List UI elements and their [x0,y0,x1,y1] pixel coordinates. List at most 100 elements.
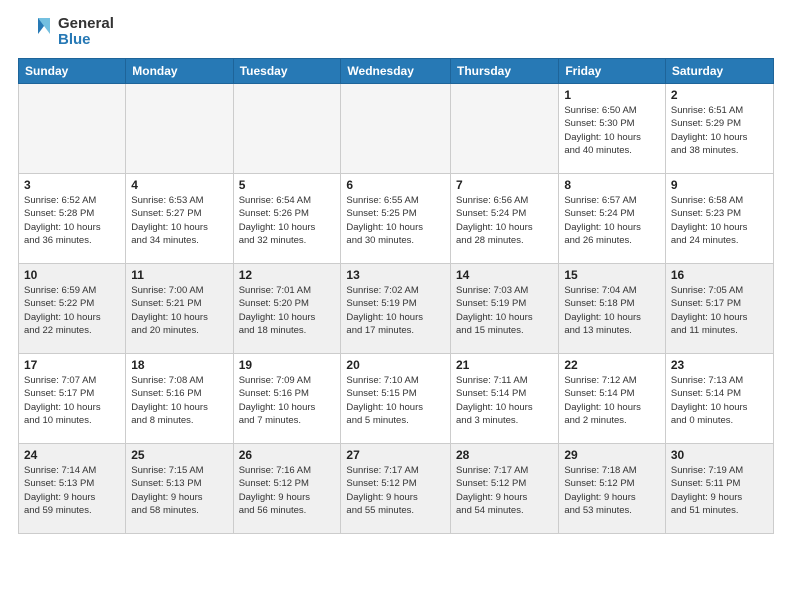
calendar-cell: 12 Sunrise: 7:01 AM Sunset: 5:20 PM Dayli… [233,264,341,354]
weekday-header-friday: Friday [559,59,666,84]
day-info: Sunrise: 6:53 AM Sunset: 5:27 PM Dayligh… [131,194,227,247]
day-info: Sunrise: 7:07 AM Sunset: 5:17 PM Dayligh… [24,374,120,427]
calendar-cell: 27 Sunrise: 7:17 AM Sunset: 5:12 PM Dayli… [341,444,451,534]
calendar-wrapper: SundayMondayTuesdayWednesdayThursdayFrid… [0,58,792,544]
day-number: 9 [671,178,768,192]
day-number: 6 [346,178,445,192]
day-number: 10 [24,268,120,282]
day-number: 17 [24,358,120,372]
day-number: 7 [456,178,553,192]
day-number: 15 [564,268,660,282]
calendar-cell: 8 Sunrise: 6:57 AM Sunset: 5:24 PM Daylig… [559,174,666,264]
day-number: 26 [239,448,336,462]
day-info: Sunrise: 7:16 AM Sunset: 5:12 PM Dayligh… [239,464,336,517]
day-info: Sunrise: 7:08 AM Sunset: 5:16 PM Dayligh… [131,374,227,427]
weekday-header-wednesday: Wednesday [341,59,451,84]
day-number: 1 [564,88,660,102]
day-number: 4 [131,178,227,192]
calendar-cell [341,84,451,174]
calendar-cell: 2 Sunrise: 6:51 AM Sunset: 5:29 PM Daylig… [665,84,773,174]
day-info: Sunrise: 7:01 AM Sunset: 5:20 PM Dayligh… [239,284,336,337]
logo-text-general: General [58,16,114,33]
week-row-4: 24 Sunrise: 7:14 AM Sunset: 5:13 PM Dayli… [19,444,774,534]
calendar-cell: 28Sunrise: 7:17 AM Sunset: 5:12 PM Dayli… [451,444,559,534]
day-info: Sunrise: 7:15 AM Sunset: 5:13 PM Dayligh… [131,464,227,517]
day-info: Sunrise: 6:55 AM Sunset: 5:25 PM Dayligh… [346,194,445,247]
day-number: 30 [671,448,768,462]
day-info: Sunrise: 6:57 AM Sunset: 5:24 PM Dayligh… [564,194,660,247]
calendar-cell: 1 Sunrise: 6:50 AM Sunset: 5:30 PM Daylig… [559,84,666,174]
calendar-cell: 9Sunrise: 6:58 AM Sunset: 5:23 PM Daylig… [665,174,773,264]
day-info: Sunrise: 7:05 AM Sunset: 5:17 PM Dayligh… [671,284,768,337]
day-number: 5 [239,178,336,192]
calendar-cell: 16 Sunrise: 7:05 AM Sunset: 5:17 PM Dayli… [665,264,773,354]
day-info: Sunrise: 7:10 AM Sunset: 5:15 PM Dayligh… [346,374,445,427]
day-number: 27 [346,448,445,462]
day-info: Sunrise: 7:00 AM Sunset: 5:21 PM Dayligh… [131,284,227,337]
day-info: Sunrise: 7:14 AM Sunset: 5:13 PM Dayligh… [24,464,120,517]
week-row-1: 3Sunrise: 6:52 AM Sunset: 5:28 PM Daylig… [19,174,774,264]
day-info: Sunrise: 7:12 AM Sunset: 5:14 PM Dayligh… [564,374,660,427]
calendar-cell: 21Sunrise: 7:11 AM Sunset: 5:14 PM Dayli… [451,354,559,444]
page: General Blue SundayMondayTuesdayWednesda… [0,0,792,544]
weekday-header-row: SundayMondayTuesdayWednesdayThursdayFrid… [19,59,774,84]
day-number: 14 [456,268,553,282]
calendar-cell: 29Sunrise: 7:18 AM Sunset: 5:12 PM Dayli… [559,444,666,534]
day-info: Sunrise: 6:51 AM Sunset: 5:29 PM Dayligh… [671,104,768,157]
calendar-cell: 15 Sunrise: 7:04 AM Sunset: 5:18 PM Dayli… [559,264,666,354]
week-row-0: 1 Sunrise: 6:50 AM Sunset: 5:30 PM Daylig… [19,84,774,174]
day-number: 25 [131,448,227,462]
calendar-cell: 19 Sunrise: 7:09 AM Sunset: 5:16 PM Dayli… [233,354,341,444]
header: General Blue [0,0,792,58]
day-info: Sunrise: 7:09 AM Sunset: 5:16 PM Dayligh… [239,374,336,427]
calendar-cell: 18 Sunrise: 7:08 AM Sunset: 5:16 PM Dayli… [126,354,233,444]
day-number: 22 [564,358,660,372]
calendar-cell: 23 Sunrise: 7:13 AM Sunset: 5:14 PM Dayli… [665,354,773,444]
day-info: Sunrise: 6:59 AM Sunset: 5:22 PM Dayligh… [24,284,120,337]
calendar-cell: 5 Sunrise: 6:54 AM Sunset: 5:26 PM Daylig… [233,174,341,264]
calendar-cell [451,84,559,174]
day-number: 24 [24,448,120,462]
day-number: 20 [346,358,445,372]
logo-area: General Blue [18,14,114,50]
day-info: Sunrise: 7:17 AM Sunset: 5:12 PM Dayligh… [346,464,445,517]
calendar-cell [233,84,341,174]
calendar-cell: 30 Sunrise: 7:19 AM Sunset: 5:11 PM Dayli… [665,444,773,534]
week-row-3: 17 Sunrise: 7:07 AM Sunset: 5:17 PM Dayli… [19,354,774,444]
day-info: Sunrise: 7:17 AM Sunset: 5:12 PM Dayligh… [456,464,553,517]
calendar-cell: 4 Sunrise: 6:53 AM Sunset: 5:27 PM Daylig… [126,174,233,264]
day-number: 12 [239,268,336,282]
calendar-cell: 13Sunrise: 7:02 AM Sunset: 5:19 PM Dayli… [341,264,451,354]
day-number: 18 [131,358,227,372]
day-number: 3 [24,178,120,192]
calendar-cell: 17 Sunrise: 7:07 AM Sunset: 5:17 PM Dayli… [19,354,126,444]
day-number: 2 [671,88,768,102]
day-info: Sunrise: 7:19 AM Sunset: 5:11 PM Dayligh… [671,464,768,517]
calendar-cell [126,84,233,174]
calendar-cell: 20 Sunrise: 7:10 AM Sunset: 5:15 PM Dayli… [341,354,451,444]
day-number: 8 [564,178,660,192]
weekday-header-saturday: Saturday [665,59,773,84]
day-number: 23 [671,358,768,372]
day-number: 11 [131,268,227,282]
calendar-cell: 11 Sunrise: 7:00 AM Sunset: 5:21 PM Dayli… [126,264,233,354]
calendar-cell: 25 Sunrise: 7:15 AM Sunset: 5:13 PM Dayli… [126,444,233,534]
day-number: 16 [671,268,768,282]
week-row-2: 10 Sunrise: 6:59 AM Sunset: 5:22 PM Dayli… [19,264,774,354]
calendar-cell: 14 Sunrise: 7:03 AM Sunset: 5:19 PM Dayli… [451,264,559,354]
day-info: Sunrise: 7:03 AM Sunset: 5:19 PM Dayligh… [456,284,553,337]
logo-text-blue: Blue [58,32,114,49]
day-info: Sunrise: 6:54 AM Sunset: 5:26 PM Dayligh… [239,194,336,247]
calendar-cell [19,84,126,174]
calendar-cell: 22 Sunrise: 7:12 AM Sunset: 5:14 PM Dayli… [559,354,666,444]
day-info: Sunrise: 7:13 AM Sunset: 5:14 PM Dayligh… [671,374,768,427]
day-info: Sunrise: 6:50 AM Sunset: 5:30 PM Dayligh… [564,104,660,157]
day-info: Sunrise: 7:04 AM Sunset: 5:18 PM Dayligh… [564,284,660,337]
day-number: 21 [456,358,553,372]
calendar-cell: 24 Sunrise: 7:14 AM Sunset: 5:13 PM Dayli… [19,444,126,534]
day-info: Sunrise: 6:56 AM Sunset: 5:24 PM Dayligh… [456,194,553,247]
day-number: 19 [239,358,336,372]
weekday-header-thursday: Thursday [451,59,559,84]
logo-emblem [18,14,54,50]
calendar-cell: 3Sunrise: 6:52 AM Sunset: 5:28 PM Daylig… [19,174,126,264]
